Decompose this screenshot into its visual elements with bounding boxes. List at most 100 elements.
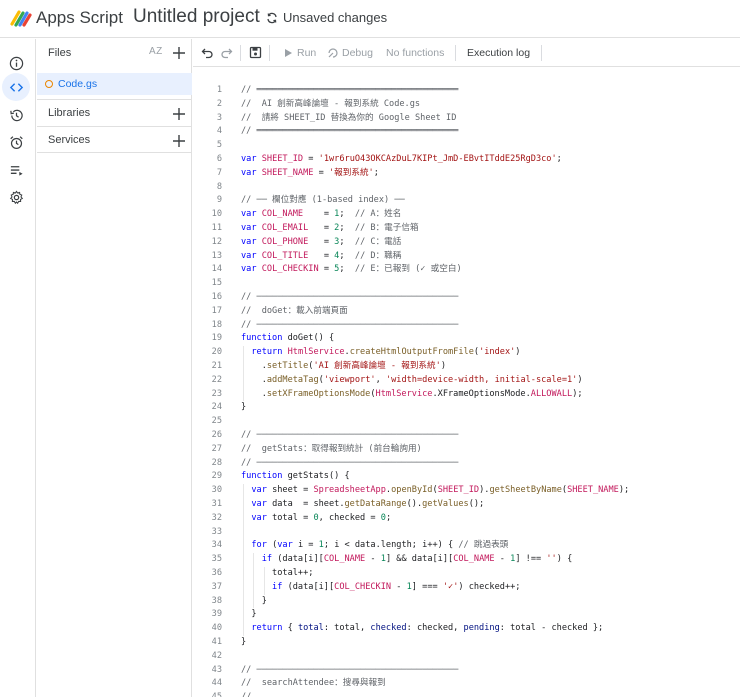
code-line: 5 [193, 139, 740, 153]
code-line: 40 return { total: total, checked: check… [193, 622, 740, 636]
line-number: 22 [211, 374, 222, 385]
editor-button[interactable] [2, 73, 30, 101]
code-text: } [241, 637, 247, 647]
indent-guide [253, 553, 255, 609]
line-number: 35 [211, 554, 222, 565]
line-number: 27 [211, 443, 222, 454]
line-number: 30 [211, 485, 222, 496]
code-line: 22 .addMetaTag('viewport', 'width=device… [193, 374, 740, 388]
code-text: // ═════════════════════════════════════… [241, 85, 459, 95]
function-select[interactable]: No functions [386, 47, 444, 59]
code-text: // AI 創新高峰論壇 - 報到系統 Code.gs [241, 98, 421, 109]
line-number: 26 [211, 430, 222, 440]
project-settings-button[interactable] [4, 185, 28, 209]
apps-script-logo-icon [10, 10, 32, 27]
history-icon [9, 109, 23, 121]
code-text: var sheet = SpreadsheetApp.openById(SHEE… [251, 485, 630, 496]
code-line: 26 // ───────────────────────────────────… [193, 429, 740, 443]
undo-icon[interactable] [201, 46, 214, 59]
save-status-text: Unsaved changes [283, 10, 388, 25]
indent-guide [263, 567, 265, 595]
code-line: 16 // ───────────────────────────────────… [193, 291, 740, 305]
code-text: // ─────────────────────────────────────… [241, 457, 459, 468]
line-number: 31 [211, 499, 222, 509]
line-number: 37 [211, 581, 222, 592]
code-editor[interactable]: 1 // ════════════════════════════════════… [193, 67, 740, 697]
debug-icon [328, 48, 338, 58]
code-line: 27 // getStats：取得報到統計 (前台輪詢用) [193, 443, 740, 457]
line-number: 20 [211, 347, 222, 358]
triggers-button[interactable] [4, 130, 28, 154]
line-number: 11 [211, 223, 222, 233]
line-number: 32 [211, 512, 222, 523]
code-line: 7 var SHEET_NAME = '報到系統'; [193, 167, 740, 181]
file-name: Code.gs [58, 78, 98, 90]
line-number: 10 [211, 209, 222, 220]
code-line: 29 function getStats() { [193, 470, 740, 484]
line-number: 42 [211, 650, 222, 661]
code-text: var COL_TITLE = 4; // D：職稱 [241, 250, 402, 261]
code-text: // 請將 SHEET_ID 替換為你的 Google Sheet ID [241, 112, 457, 123]
sort-az-button[interactable]: AZ [149, 46, 163, 57]
code-text: function getStats() { [241, 471, 350, 482]
project-history-button[interactable] [4, 103, 28, 127]
code-text: var COL_CHECKIN = 5; // E：已報到 (✓ 或空白) [241, 264, 462, 275]
code-line: 18 // ───────────────────────────────────… [193, 319, 740, 333]
files-title: Files [48, 47, 72, 59]
file-status-dot-icon [45, 80, 53, 88]
code-line: 14 var COL_CHECKIN = 5; // E：已報到 (✓ 或空白) [193, 263, 740, 277]
code-line: 9 // ── 欄位對應 (1-based index) ── [193, 194, 740, 208]
project-title[interactable]: Untitled project [131, 6, 262, 28]
code-text: // ... [241, 691, 277, 697]
redo-icon[interactable] [220, 46, 233, 59]
line-number: 45 [193, 691, 222, 697]
code-line: 25 [193, 415, 740, 429]
line-number: 7 [216, 167, 222, 178]
line-number: 8 [216, 181, 222, 192]
run-button[interactable]: Run [283, 47, 316, 59]
play-icon [285, 49, 292, 57]
code-text: function doGet() { [241, 333, 335, 344]
line-number: 34 [211, 540, 222, 551]
code-text: .setTitle('AI 創新高峰論壇 - 報到系統') [241, 361, 446, 371]
code-text: // ─────────────────────────────────────… [241, 664, 459, 675]
code-text: var COL_PHONE = 3; // C：電話 [241, 236, 402, 247]
code-text: // ─────────────────────────────────────… [241, 292, 459, 302]
save-status: Unsaved changes [266, 10, 387, 25]
add-library-plus-icon[interactable] [172, 107, 186, 121]
add-file-plus-icon[interactable] [172, 46, 186, 60]
line-number: 24 [211, 402, 222, 413]
code-line: 20 return HtmlService.createHtmlOutputFr… [193, 346, 740, 360]
code-text: total++; [241, 568, 314, 578]
left-rail [0, 39, 36, 697]
code-line: 39 } [193, 608, 740, 622]
code-text: .setXFrameOptionsMode(HtmlService.XFrame… [241, 388, 583, 399]
code-line: 21 .setTitle('AI 創新高峰論壇 - 報到系統') [193, 360, 740, 374]
line-number: 14 [211, 264, 222, 275]
code-line: 2 // AI 創新高峰論壇 - 報到系統 Code.gs [193, 98, 740, 112]
line-number: 43 [211, 664, 222, 675]
code-text: var SHEET_ID = '1wr6ruO43OKCAzDuL7KIPt_J… [241, 154, 562, 164]
files-panel: Files AZ Code.gs Libraries Services [37, 39, 192, 697]
line-number: 3 [216, 112, 222, 123]
code-line: 35 if (data[i][COL_NAME - 1] && data[i][… [193, 553, 740, 567]
code-text: return HtmlService.createHtmlOutputFromF… [251, 347, 521, 358]
file-item-code-gs[interactable]: Code.gs [37, 73, 192, 95]
code-text: // ─────────────────────────────────────… [241, 319, 459, 330]
code-line: 6 var SHEET_ID = '1wr6ruO43OKCAzDuL7KIPt_… [193, 153, 740, 167]
code-line: 19 function doGet() { [193, 332, 740, 346]
alarm-clock-icon [9, 135, 23, 149]
debug-button[interactable]: Debug [328, 47, 373, 59]
execution-log-button[interactable]: Execution log [467, 47, 530, 59]
overview-button[interactable] [4, 51, 28, 75]
code-line: 30 var sheet = SpreadsheetApp.openById(S… [193, 484, 740, 498]
toolbar-divider [455, 45, 456, 61]
add-service-plus-icon[interactable] [172, 134, 186, 148]
services-label: Services [48, 134, 91, 146]
code-text: var COL_NAME = 1; // A：姓名 [241, 209, 402, 220]
debug-label: Debug [342, 47, 373, 59]
code-text: for (var i = 1; i < data.length; i++) { … [251, 540, 509, 551]
code-line: 15 [193, 277, 740, 291]
executions-button[interactable] [4, 158, 28, 182]
save-icon[interactable] [249, 46, 262, 59]
